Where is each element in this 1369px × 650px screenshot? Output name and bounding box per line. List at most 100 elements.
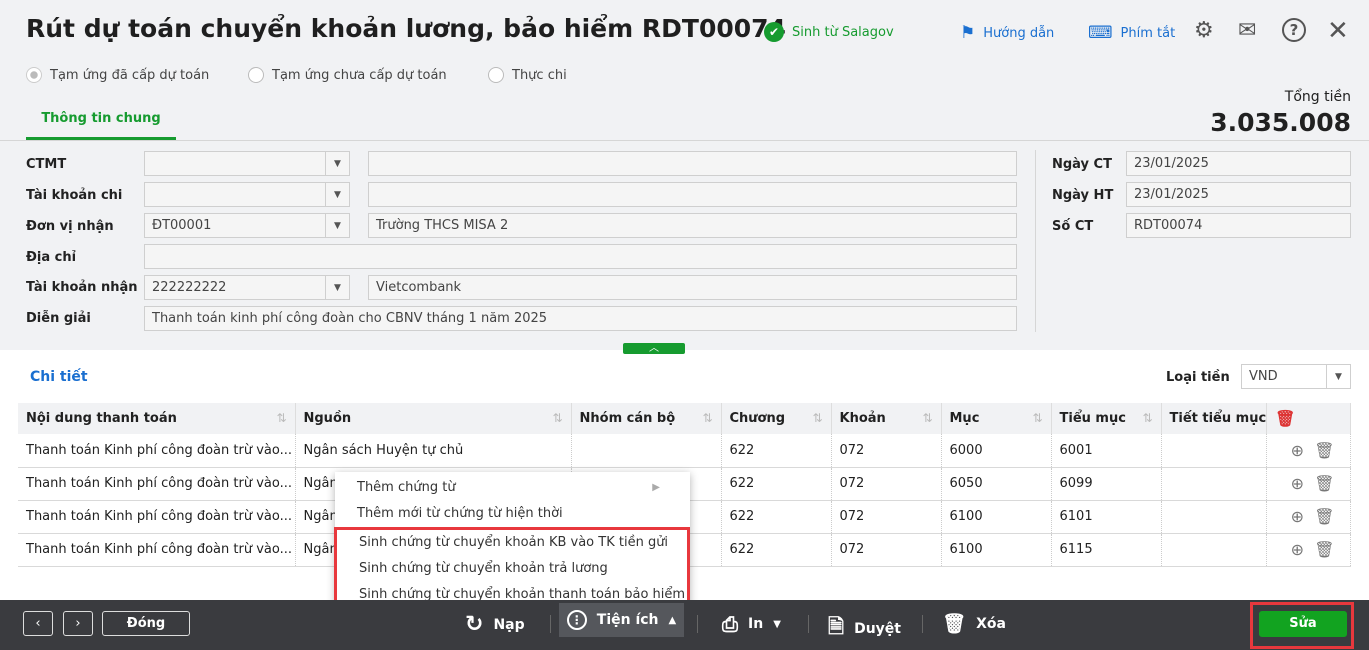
reload-button[interactable]: ↻ Nạp [465, 612, 525, 637]
table-cell[interactable]: Thanh toán Kinh phí công đoàn trừ vào... [18, 533, 296, 567]
table-cell[interactable]: 072 [831, 434, 942, 468]
chevron-down-icon: ▼ [325, 276, 349, 299]
divider [808, 615, 809, 633]
table-cell[interactable] [1161, 533, 1268, 567]
sort-icon[interactable]: ⇅ [922, 411, 932, 425]
currency-select[interactable]: VND ▼ [1241, 364, 1351, 389]
col-header[interactable]: Nội dung thanh toán ⇅ [18, 403, 296, 434]
menu-item-salary-transfer[interactable]: Sinh chứng từ chuyển khoản trả lương [337, 556, 687, 582]
table-cell[interactable]: 6099 [1051, 467, 1162, 501]
spend-account-select[interactable]: ▼ [144, 182, 350, 207]
ctmt-code [145, 152, 325, 175]
table-cell[interactable]: Thanh toán Kinh phí công đoàn trừ vào... [18, 500, 296, 534]
table-cell[interactable] [1161, 434, 1268, 468]
post-date-input[interactable]: 23/01/2025 [1126, 182, 1351, 207]
menu-item-kb-to-deposit[interactable]: Sinh chứng từ chuyển khoản KB vào TK tiề… [337, 530, 687, 556]
doc-date-input[interactable]: 23/01/2025 [1126, 151, 1351, 176]
table-cell[interactable]: 6100 [941, 533, 1052, 567]
table-cell[interactable]: Thanh toán Kinh phí công đoàn trừ vào... [18, 434, 296, 468]
description-input[interactable]: Thanh toán kinh phí công đoàn cho CBNV t… [144, 306, 1017, 331]
table-cell[interactable] [1161, 467, 1268, 501]
table-row[interactable]: Thanh toán Kinh phí công đoàn trừ vào...… [18, 434, 1351, 468]
next-button[interactable]: › [63, 611, 93, 636]
col-header[interactable]: Nguồn ⇅ [295, 403, 572, 434]
radio-actual[interactable]: Thực chi [488, 67, 567, 83]
table-cell[interactable]: 072 [831, 467, 942, 501]
radio-advance-unallocated[interactable]: Tạm ứng chưa cấp dự toán [248, 67, 447, 83]
table-cell[interactable]: 622 [721, 500, 832, 534]
sort-icon[interactable]: ⇅ [552, 411, 562, 425]
ctmt-name[interactable] [368, 151, 1017, 176]
chevron-down-icon: ▼ [325, 152, 349, 175]
sort-icon[interactable]: ⇅ [812, 411, 822, 425]
table-cell[interactable]: 6001 [1051, 434, 1162, 468]
sort-icon[interactable]: ⇅ [1032, 411, 1042, 425]
close-button[interactable]: Đóng [102, 611, 190, 636]
table-cell[interactable]: 6000 [941, 434, 1052, 468]
add-row-icon[interactable]: ⊕ [1291, 474, 1304, 493]
col-header[interactable]: Chương ⇅ [721, 403, 832, 434]
bank-name[interactable]: Vietcombank [368, 275, 1017, 300]
guide-button[interactable]: ⚑ Hướng dẫn [960, 23, 1054, 43]
print-button[interactable]: ⎙ In ▼ [722, 612, 781, 636]
table-cell[interactable]: 6115 [1051, 533, 1162, 567]
col-header[interactable]: Nhóm cán bộ ⇅ [571, 403, 722, 434]
menu-item-add-from-current[interactable]: Thêm mới từ chứng từ hiện thời [335, 501, 690, 527]
table-cell[interactable]: Ngân sách Huyện tự chủ [295, 434, 572, 468]
delete-row-icon[interactable]: 🗑 [1314, 441, 1334, 460]
table-cell[interactable]: 622 [721, 434, 832, 468]
col-header[interactable]: Khoản ⇅ [831, 403, 942, 434]
sort-icon[interactable]: ⇅ [276, 411, 286, 425]
mail-icon[interactable]: ✉ [1238, 18, 1256, 43]
recipient-unit-select[interactable]: ĐT00001 ▼ [144, 213, 350, 238]
menu-item-add-document[interactable]: Thêm chứng từ ▶ [335, 475, 690, 501]
delete-row-icon[interactable]: 🗑 [1314, 540, 1334, 559]
table-cell[interactable] [571, 434, 722, 468]
delete-all-icon[interactable]: 🗑 [1266, 403, 1351, 434]
table-cell[interactable]: 072 [831, 500, 942, 534]
utilities-button[interactable]: ⋮ Tiện ích ▲ [559, 603, 684, 637]
sort-icon[interactable]: ⇅ [1142, 411, 1152, 425]
gear-icon[interactable]: ⚙ [1194, 18, 1214, 43]
shortcuts-button[interactable]: ⌨ Phím tắt [1088, 23, 1175, 43]
delete-row-icon[interactable]: 🗑 [1314, 474, 1334, 493]
divider [922, 615, 923, 633]
table-cell[interactable]: 622 [721, 533, 832, 567]
spend-account-name[interactable] [368, 182, 1017, 207]
recipient-unit-name[interactable]: Trường THCS MISA 2 [368, 213, 1017, 238]
edit-button[interactable]: Sửa [1259, 611, 1347, 637]
guide-label: Hướng dẫn [983, 25, 1055, 41]
col-label: Khoản [839, 411, 886, 426]
table-cell[interactable]: 6100 [941, 500, 1052, 534]
col-label: Nguồn [303, 411, 352, 426]
tab-general-info[interactable]: Thông tin chung [26, 100, 176, 140]
col-header[interactable]: Mục ⇅ [941, 403, 1052, 434]
delete-button[interactable]: 🗑 Xóa [942, 612, 1006, 635]
table-cell[interactable] [1161, 500, 1268, 534]
delete-row-icon[interactable]: 🗑 [1314, 507, 1334, 526]
add-row-icon[interactable]: ⊕ [1291, 507, 1304, 526]
ctmt-select[interactable]: ▼ [144, 151, 350, 176]
printer-icon: ⎙ [722, 612, 738, 636]
close-icon[interactable]: ✕ [1327, 16, 1349, 46]
add-row-icon[interactable]: ⊕ [1291, 540, 1304, 559]
sort-icon[interactable]: ⇅ [702, 411, 712, 425]
radio-advance-allocated[interactable]: Tạm ứng đã cấp dự toán [26, 67, 209, 83]
table-cell[interactable]: 622 [721, 467, 832, 501]
table-cell[interactable]: 072 [831, 533, 942, 567]
table-cell[interactable]: Thanh toán Kinh phí công đoàn trừ vào... [18, 467, 296, 501]
prev-button[interactable]: ‹ [23, 611, 53, 636]
col-header[interactable]: Tiểu mục ⇅ [1051, 403, 1162, 434]
approve-button[interactable]: 🗎 Duyệt [828, 612, 901, 646]
collapse-button[interactable]: ︿ [623, 343, 685, 354]
add-row-icon[interactable]: ⊕ [1291, 441, 1304, 460]
receive-account-select[interactable]: 222222222 ▼ [144, 275, 350, 300]
col-header[interactable]: Tiết tiểu mục [1161, 403, 1268, 434]
doc-number-input[interactable]: RDT00074 [1126, 213, 1351, 238]
table-cell[interactable]: 6050 [941, 467, 1052, 501]
currency-value: VND [1249, 369, 1278, 384]
divider [1035, 150, 1036, 332]
address-input[interactable] [144, 244, 1017, 269]
table-cell[interactable]: 6101 [1051, 500, 1162, 534]
help-icon[interactable]: ? [1282, 18, 1306, 42]
